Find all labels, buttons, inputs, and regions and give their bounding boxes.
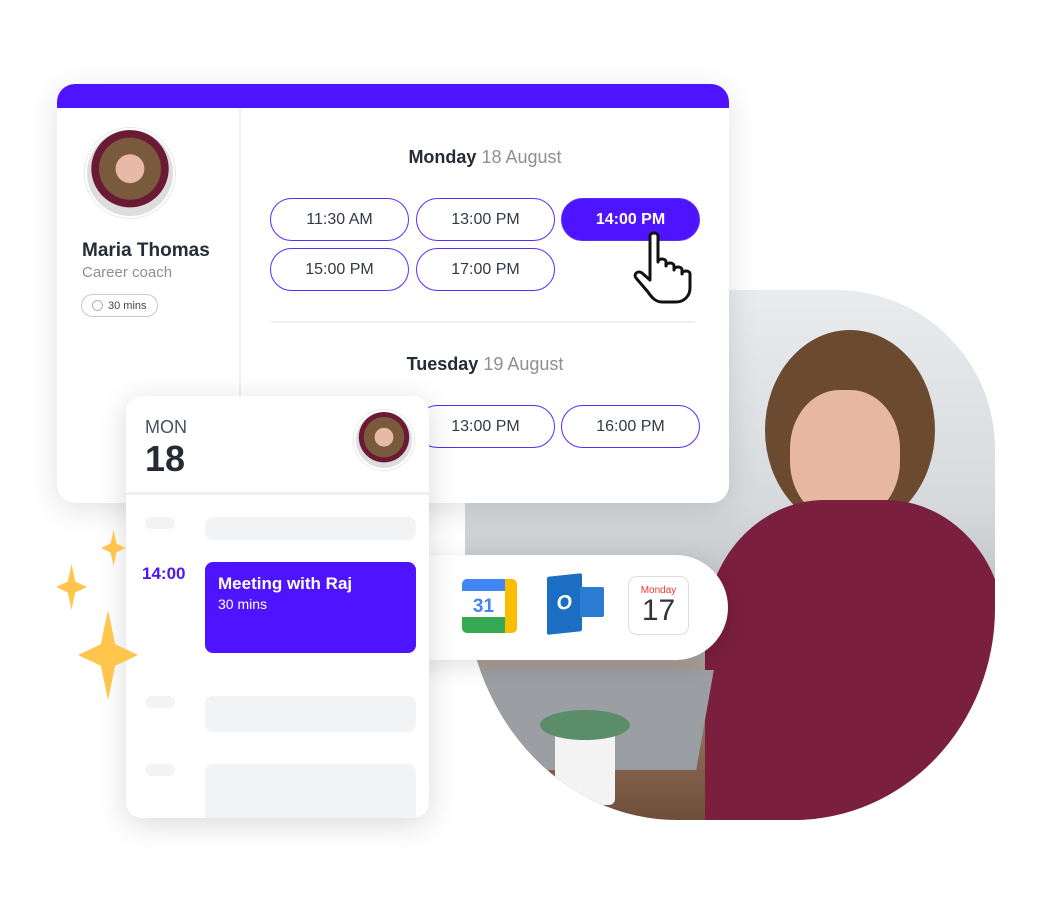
placeholder-slot <box>205 764 416 818</box>
slot-tue-1600[interactable]: 16:00 PM <box>561 405 700 448</box>
duration-badge: 30 mins <box>81 294 158 317</box>
placeholder-slot <box>205 517 416 540</box>
calendar-avatar <box>354 410 414 470</box>
placeholder-time <box>145 764 175 776</box>
duration-text: 30 mins <box>108 299 147 312</box>
apple-calendar-icon[interactable]: Monday 17 <box>628 576 689 635</box>
succulent <box>540 710 630 740</box>
calendar-weekday: MON <box>145 417 187 437</box>
clock-icon <box>92 300 103 311</box>
day-calendar-card: MON 18 14:00 Meeting with Raj 30 mins <box>126 396 429 818</box>
host-role: Career coach <box>82 264 173 281</box>
day-divider <box>271 321 695 323</box>
google-calendar-icon[interactable]: 31 <box>462 579 517 633</box>
host-name: Maria Thomas <box>82 240 210 261</box>
slot-1300[interactable]: 13:00 PM <box>416 198 555 241</box>
placeholder-time <box>145 696 175 708</box>
day-heading-monday: Monday 18 August <box>408 147 562 167</box>
hand-pointer-icon <box>633 231 692 304</box>
host-avatar <box>85 128 175 218</box>
card-header-bar <box>57 84 729 108</box>
placeholder-slot <box>205 696 416 732</box>
sparkle-icon <box>56 564 87 610</box>
day-heading-tuesday: Tuesday 19 August <box>406 354 564 374</box>
slot-1700[interactable]: 17:00 PM <box>416 248 555 291</box>
outlook-icon[interactable]: O <box>547 573 582 635</box>
calendar-divider <box>126 492 429 495</box>
event-duration: 30 mins <box>218 596 268 612</box>
event-time: 14:00 <box>142 564 186 583</box>
outlook-grid <box>580 587 604 617</box>
event-meeting[interactable]: Meeting with Raj 30 mins <box>205 562 416 653</box>
shirt <box>705 500 995 820</box>
calendar-day: 18 <box>145 438 186 479</box>
slot-1130[interactable]: 11:30 AM <box>270 198 409 241</box>
calendar-integrations: 31 O Monday 17 <box>420 555 728 660</box>
slot-1500[interactable]: 15:00 PM <box>270 248 409 291</box>
slot-tue-1300[interactable]: 13:00 PM <box>416 405 555 448</box>
sparkle-icon <box>101 530 126 566</box>
event-title: Meeting with Raj <box>218 574 353 593</box>
placeholder-time <box>145 517 175 529</box>
plant-pot <box>555 730 615 805</box>
